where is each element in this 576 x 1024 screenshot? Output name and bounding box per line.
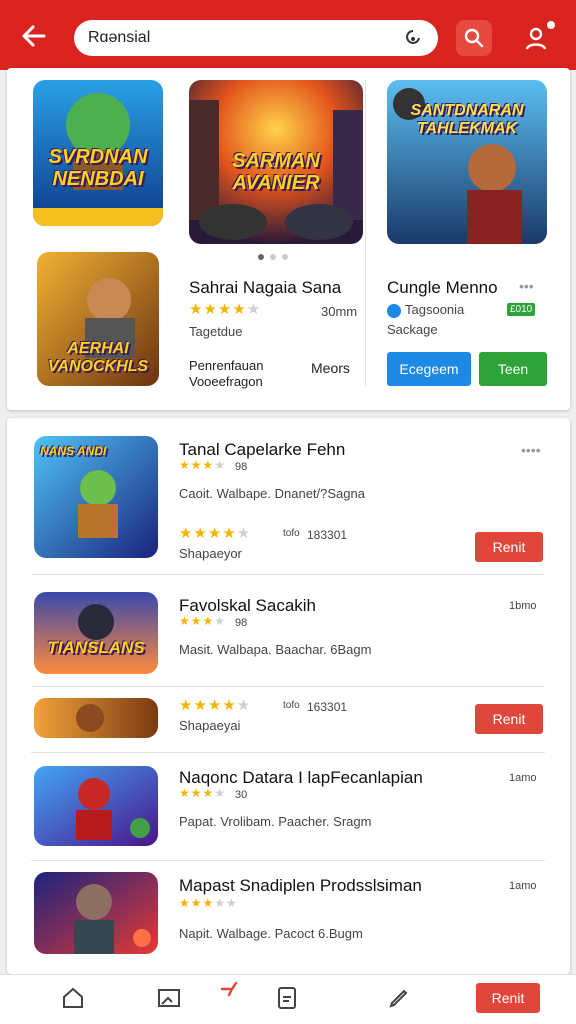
list-item-2-size: 98 xyxy=(235,617,248,629)
featured-app-3-art[interactable]: SANTDNARAN TAHLEKMAK xyxy=(387,80,547,244)
back-arrow-icon[interactable] xyxy=(18,20,50,52)
featured-app-2-desc-2: Vooeefragon xyxy=(189,374,263,389)
featured-app-2-art[interactable]: SARMAN AVANIER xyxy=(189,80,363,244)
list-item-5-art[interactable] xyxy=(34,872,158,954)
carousel-dot[interactable] xyxy=(258,254,264,260)
search-button[interactable] xyxy=(456,20,492,56)
list-item-1-rating: ★★★★ xyxy=(179,458,227,472)
more-options-icon[interactable]: •••• xyxy=(521,442,541,458)
list-item-2-rating: ★★★★ xyxy=(179,614,227,628)
featured-app-3-name[interactable]: Cungle Menno xyxy=(387,278,498,298)
list-item-1-count-label: tofo xyxy=(283,528,300,539)
list-item-4-desc: Papat. Vrolibam. Paacher. Sragm xyxy=(179,814,372,829)
featured-app-1-art-title: SVRDNAN NENBDAI xyxy=(48,146,148,190)
featured-app-3-category: Sackage xyxy=(387,322,438,337)
featured-app-2-rating: ★★★★★ xyxy=(189,301,262,318)
list-item-5-desc: Napit. Walbage. Pacoct 6.Bugm xyxy=(179,926,363,941)
list-item-5-meta: 1amo xyxy=(509,880,537,892)
rent-button[interactable]: Renit xyxy=(476,983,540,1013)
divider xyxy=(31,860,545,861)
list-item-1-count: 183301 xyxy=(307,528,348,542)
list-item-3-art[interactable] xyxy=(34,698,158,738)
list-item-4-meta: 1amo xyxy=(509,772,537,784)
list-item-4-name[interactable]: Naqonc Datara I lapFecanlapian xyxy=(179,768,423,788)
list-item-1-size: 98 xyxy=(235,461,248,473)
featured-app-1-art[interactable]: SVRDNAN NENBDAI xyxy=(33,80,163,226)
top-bar: Rɑənsial xyxy=(0,0,576,70)
search-input[interactable]: Rɑənsial xyxy=(74,20,438,56)
home-icon[interactable] xyxy=(60,985,86,1011)
divider xyxy=(365,80,366,386)
list-item-1-desc: Caoit. Walbape. Dnanet/?Sagna xyxy=(179,486,365,501)
list-item-4-art[interactable] xyxy=(34,766,158,846)
search-icon xyxy=(464,28,484,48)
list-item-1-name[interactable]: Tanal Capelarke Fehn xyxy=(179,440,345,460)
search-input-value: Rɑənsial xyxy=(88,29,151,46)
featured-app-4-art[interactable]: AERHAI VANOCKHLS xyxy=(37,252,159,386)
list-item-2-art[interactable]: TIANSLANS xyxy=(34,592,158,674)
app-list-card: NANS ANDI Tanal Capelarke Fehn •••• ★★★★… xyxy=(7,418,570,974)
image-icon[interactable] xyxy=(156,985,182,1011)
featured-app-2-name[interactable]: Sahrai Nagaia Sana xyxy=(189,278,341,298)
verified-icon xyxy=(387,304,401,318)
list-item-2-desc: Masit. Walbapa. Baachar. 6Bagm xyxy=(179,642,372,657)
featured-card: SVRDNAN NENBDAI AERHAI VANOCKHLS SARMAN … xyxy=(7,68,570,410)
featured-app-2-art-title: SARMAN AVANIER xyxy=(232,150,320,194)
featured-app-2-size: 30mm xyxy=(321,304,358,319)
featured-app-3-art-title: SANTDNARAN TAHLEKMAK xyxy=(410,102,524,137)
featured-app-4-art-title: AERHAI VANOCKHLS xyxy=(47,340,149,375)
list-item-1-art-title: NANS ANDI xyxy=(40,444,107,458)
more-options-icon[interactable]: ••• xyxy=(519,278,534,294)
featured-app-3-developer: Tagsoonia xyxy=(405,302,465,317)
list-item-5-name[interactable]: Mapast Snadiplen Prodsslsiman xyxy=(179,876,422,896)
primary-action-button[interactable]: Ecegeem xyxy=(387,352,471,386)
featured-app-2-developer: Tagetdue xyxy=(189,324,243,339)
list-item-4-size: 30 xyxy=(235,789,248,801)
flag-icon[interactable] xyxy=(218,979,244,1005)
secondary-action-button[interactable]: Teen xyxy=(479,352,547,386)
rent-button[interactable]: Renit xyxy=(475,704,543,734)
notification-badge xyxy=(544,18,558,32)
list-item-3-count: 163301 xyxy=(307,700,348,714)
list-item-1-tag: Shapaeyor xyxy=(179,546,242,561)
more-link[interactable]: Meors xyxy=(311,360,350,376)
list-item-1-rating-2: ★★★★★ xyxy=(179,525,252,542)
carousel-dot[interactable] xyxy=(270,254,276,260)
list-item-2-meta: 1bmo xyxy=(509,600,537,612)
featured-app-2-desc: Penrenfauan xyxy=(189,358,264,373)
rent-button[interactable]: Renit xyxy=(475,532,543,562)
mic-icon[interactable] xyxy=(402,27,424,49)
list-item-3-count-label: tofo xyxy=(283,700,300,711)
list-item-3-tag: Shapaeyai xyxy=(179,718,241,733)
list-item-2-name[interactable]: Favolskal Sacakih xyxy=(179,596,316,616)
price-chip: £010 xyxy=(507,303,536,316)
bottom-nav: Renit xyxy=(0,974,576,1024)
divider xyxy=(31,686,545,687)
divider xyxy=(31,574,545,575)
divider xyxy=(31,752,545,753)
bookmark-icon[interactable] xyxy=(274,985,300,1011)
list-item-5-rating: ★★★★★ xyxy=(179,896,238,910)
profile-button[interactable] xyxy=(518,18,558,56)
list-item-3-rating: ★★★★★ xyxy=(179,697,252,714)
carousel-dot[interactable] xyxy=(282,254,288,260)
list-item-4-rating: ★★★★ xyxy=(179,786,227,800)
list-item-2-art-title: TIANSLANS xyxy=(47,638,145,657)
edit-icon[interactable] xyxy=(386,985,412,1011)
list-item-1-art[interactable]: NANS ANDI xyxy=(34,436,158,558)
